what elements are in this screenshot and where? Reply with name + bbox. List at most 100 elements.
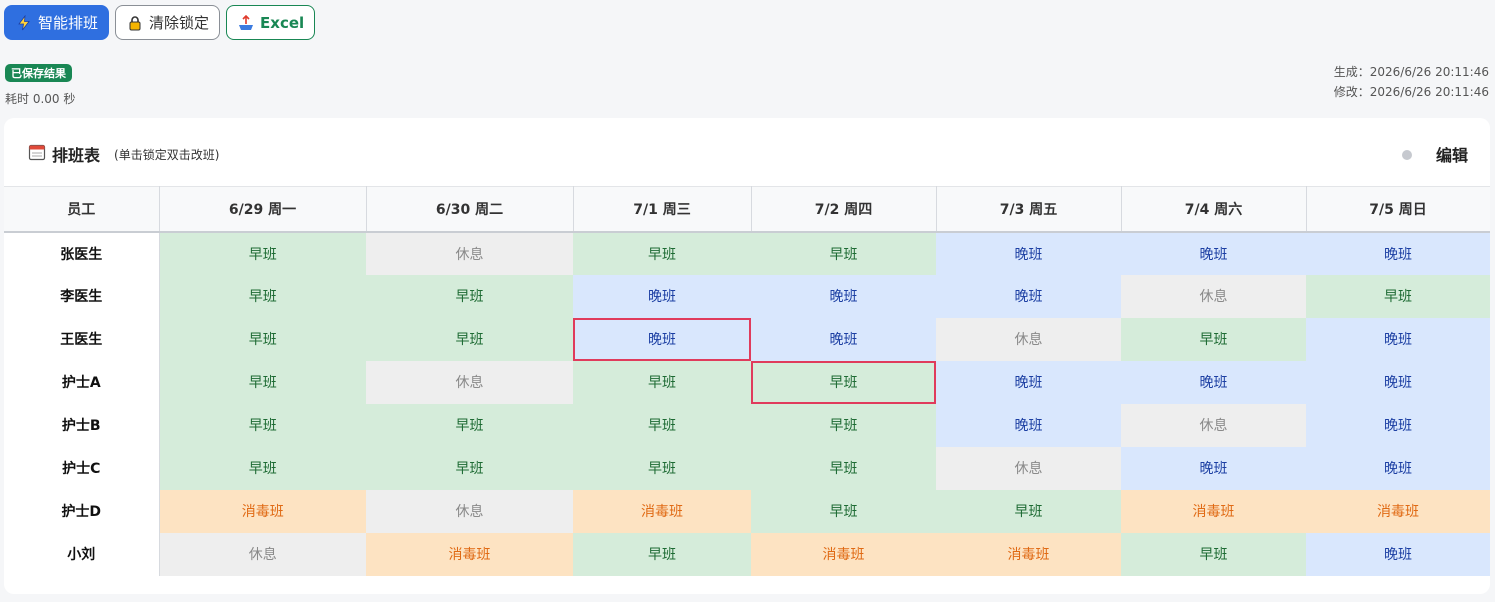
shift-cell-locked[interactable]: 晚班 [573, 317, 751, 361]
shift-cell[interactable]: 消毒班 [936, 532, 1121, 576]
column-header-day: 6/29 周一 [159, 186, 367, 233]
toolbar: 智能排班 清除锁定 Excel [4, 5, 316, 40]
shift-cell[interactable]: 早班 [366, 446, 573, 490]
edit-label: 编辑 [1435, 146, 1468, 165]
shift-cell[interactable]: 消毒班 [751, 532, 936, 576]
schedule-table: 员工 6/29 周一 6/30 周二 7/1 周三 7/2 周四 7/3 周五 7/4 周六… [4, 186, 1490, 576]
saved-badge: 已保存结果 [5, 64, 72, 82]
table-row: 护士D 消毒班 休息 消毒班 早班 早班 消毒班 消毒班 [4, 489, 1490, 533]
table-row: 小刘 休息 消毒班 早班 消毒班 消毒班 早班 晚班 [4, 532, 1490, 576]
shift-cell[interactable]: 晚班 [1306, 317, 1490, 361]
card-header: 排班表 (单击锁定双击改班) 编辑 [4, 118, 1490, 186]
shift-cell[interactable]: 晚班 [936, 360, 1121, 404]
table-row: 护士B 早班 早班 早班 早班 晚班 休息 晚班 [4, 403, 1490, 447]
shift-cell[interactable]: 休息 [936, 446, 1121, 490]
column-header-day: 7/3 周五 [936, 186, 1122, 233]
shift-cell[interactable]: 早班 [751, 446, 936, 490]
column-header-day: 7/5 周日 [1306, 186, 1490, 233]
lock-icon [126, 14, 144, 32]
export-icon [237, 14, 255, 32]
shift-cell[interactable]: 休息 [1121, 274, 1306, 318]
shift-cell[interactable]: 早班 [1121, 532, 1306, 576]
employee-name: 护士A [4, 360, 160, 404]
shift-cell[interactable]: 早班 [159, 360, 366, 404]
shift-cell[interactable]: 早班 [366, 317, 573, 361]
shift-cell[interactable]: 早班 [1306, 274, 1490, 318]
table-row: 护士A 早班 休息 早班 早班 晚班 晚班 晚班 [4, 360, 1490, 404]
shift-cell[interactable]: 晚班 [1306, 532, 1490, 576]
lightning-icon [15, 14, 33, 32]
shift-cell[interactable]: 早班 [159, 274, 366, 318]
table-body: 张医生 早班 休息 早班 早班 晚班 晚班 晚班 李医生 早班 早班 晚班 晚班 晚班 休息 早班 王医生 早班早… [4, 231, 1490, 576]
shift-cell[interactable]: 晚班 [1121, 446, 1306, 490]
shift-cell[interactable]: 早班 [573, 446, 751, 490]
shift-cell[interactable]: 晚班 [751, 274, 936, 318]
shift-cell[interactable]: 晚班 [936, 403, 1121, 447]
shift-cell[interactable]: 早班 [751, 489, 936, 533]
shift-cell[interactable]: 晚班 [1306, 446, 1490, 490]
shift-cell[interactable]: 早班 [159, 446, 366, 490]
shift-cell[interactable]: 早班 [573, 231, 751, 275]
shift-cell[interactable]: 消毒班 [573, 489, 751, 533]
shift-cell[interactable]: 消毒班 [159, 489, 366, 533]
shift-cell[interactable]: 晚班 [751, 317, 936, 361]
shift-cell[interactable]: 早班 [366, 403, 573, 447]
shift-cell[interactable]: 晚班 [1306, 403, 1490, 447]
card-title: 排班表 (单击锁定双击改班) [28, 142, 219, 166]
shift-cell[interactable]: 晚班 [573, 274, 751, 318]
shift-cell[interactable]: 休息 [936, 317, 1121, 361]
shift-cell[interactable]: 早班 [751, 403, 936, 447]
edit-toggle[interactable]: 编辑 [1397, 142, 1468, 166]
shift-cell[interactable]: 晚班 [1306, 231, 1490, 275]
shift-cell[interactable]: 早班 [573, 403, 751, 447]
shift-cell[interactable]: 早班 [159, 317, 366, 361]
shift-cell[interactable]: 休息 [366, 360, 573, 404]
table-row: 李医生 早班 早班 晚班 晚班 晚班 休息 早班 [4, 274, 1490, 318]
elapsed-time: 耗时 0.00 秒 [5, 92, 76, 106]
smart-schedule-label: 智能排班 [38, 14, 99, 32]
shift-cell-locked[interactable]: 早班 [751, 360, 936, 404]
generated-time: 生成：2026/6/26 20:11:46 [1333, 65, 1489, 79]
shift-cell[interactable]: 晚班 [1121, 231, 1306, 275]
column-header-employee: 员工 [4, 186, 160, 233]
schedule-card: 排班表 (单击锁定双击改班) 编辑 员工 6/29 周一 6/30 周二 7/1 周三… [4, 118, 1490, 594]
shift-cell[interactable]: 晚班 [1121, 360, 1306, 404]
employee-name: 护士D [4, 489, 160, 533]
employee-name: 护士C [4, 446, 160, 490]
shift-cell[interactable]: 早班 [366, 274, 573, 318]
employee-name: 张医生 [4, 231, 160, 275]
clear-lock-label: 清除锁定 [149, 14, 210, 32]
excel-export-button[interactable]: Excel [226, 5, 316, 40]
shift-cell[interactable]: 早班 [936, 489, 1121, 533]
schedule-hint: (单击锁定双击改班) [114, 147, 220, 162]
edit-switch[interactable] [1397, 146, 1428, 162]
shift-cell[interactable]: 早班 [159, 403, 366, 447]
shift-cell[interactable]: 休息 [366, 231, 573, 275]
shift-cell[interactable]: 早班 [1121, 317, 1306, 361]
shift-cell[interactable]: 消毒班 [1306, 489, 1490, 533]
timestamps: 生成：2026/6/26 20:11:46 修改：2026/6/26 20:11… [1334, 62, 1489, 102]
shift-cell[interactable]: 休息 [1121, 403, 1306, 447]
shift-cell[interactable]: 消毒班 [366, 532, 573, 576]
clear-lock-button[interactable]: 清除锁定 [115, 5, 221, 40]
column-header-day: 7/2 周四 [751, 186, 937, 233]
table-row: 护士C 早班 早班 早班 早班 休息 晚班 晚班 [4, 446, 1490, 490]
shift-cell[interactable]: 休息 [366, 489, 573, 533]
smart-schedule-button[interactable]: 智能排班 [4, 5, 110, 40]
employee-name: 李医生 [4, 274, 160, 318]
shift-cell[interactable]: 晚班 [936, 231, 1121, 275]
shift-cell[interactable]: 消毒班 [1121, 489, 1306, 533]
shift-cell[interactable]: 早班 [751, 231, 936, 275]
shift-cell[interactable]: 休息 [159, 532, 366, 576]
shift-cell[interactable]: 早班 [159, 231, 366, 275]
shift-cell[interactable]: 早班 [573, 532, 751, 576]
table-header-row: 员工 6/29 周一 6/30 周二 7/1 周三 7/2 周四 7/3 周五 7/4 周六… [4, 186, 1490, 233]
table-row: 王医生 早班 早班 晚班 晚班 休息 早班 晚班 [4, 317, 1490, 361]
calendar-icon [28, 143, 46, 165]
shift-cell[interactable]: 早班 [573, 360, 751, 404]
column-header-day: 7/4 周六 [1121, 186, 1307, 233]
shift-cell[interactable]: 晚班 [1306, 360, 1490, 404]
column-header-day: 7/1 周三 [573, 186, 752, 233]
shift-cell[interactable]: 晚班 [936, 274, 1121, 318]
schedule-title: 排班表 [52, 146, 101, 165]
